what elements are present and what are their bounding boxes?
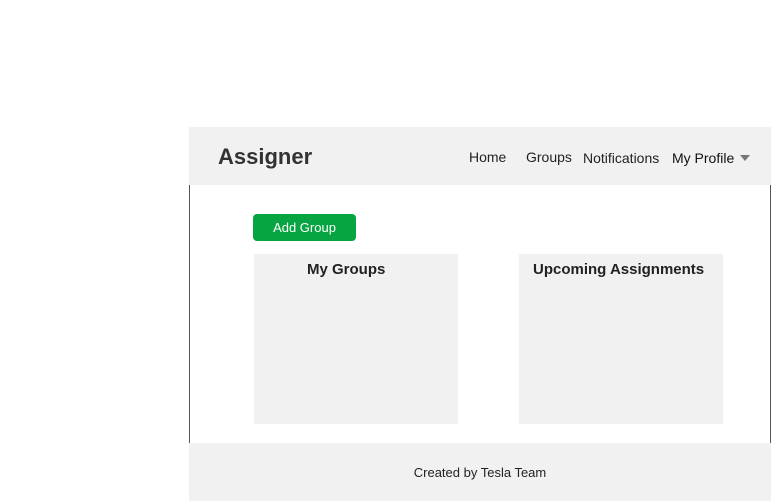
- top-navbar: Assigner Home Groups Notifications My Pr…: [189, 127, 771, 185]
- upcoming-assignments-title: Upcoming Assignments: [533, 261, 705, 278]
- add-group-button[interactable]: Add Group: [253, 214, 356, 241]
- nav-link-home[interactable]: Home: [469, 149, 506, 165]
- my-groups-panel: My Groups: [254, 254, 458, 424]
- nav-link-notifications[interactable]: Notifications: [583, 150, 659, 166]
- footer-credit: Created by Tesla Team: [413, 465, 547, 480]
- my-groups-title: My Groups: [307, 261, 386, 278]
- upcoming-assignments-panel: Upcoming Assignments: [519, 254, 723, 424]
- caret-down-icon[interactable]: [740, 155, 750, 161]
- nav-link-my-profile[interactable]: My Profile: [672, 150, 734, 166]
- brand-logo[interactable]: Assigner: [218, 144, 312, 170]
- nav-link-groups[interactable]: Groups: [526, 149, 572, 165]
- main-content: Add Group My Groups Upcoming Assignments: [189, 185, 771, 443]
- footer: Created by Tesla Team: [189, 443, 771, 501]
- app-window: Assigner Home Groups Notifications My Pr…: [189, 127, 771, 501]
